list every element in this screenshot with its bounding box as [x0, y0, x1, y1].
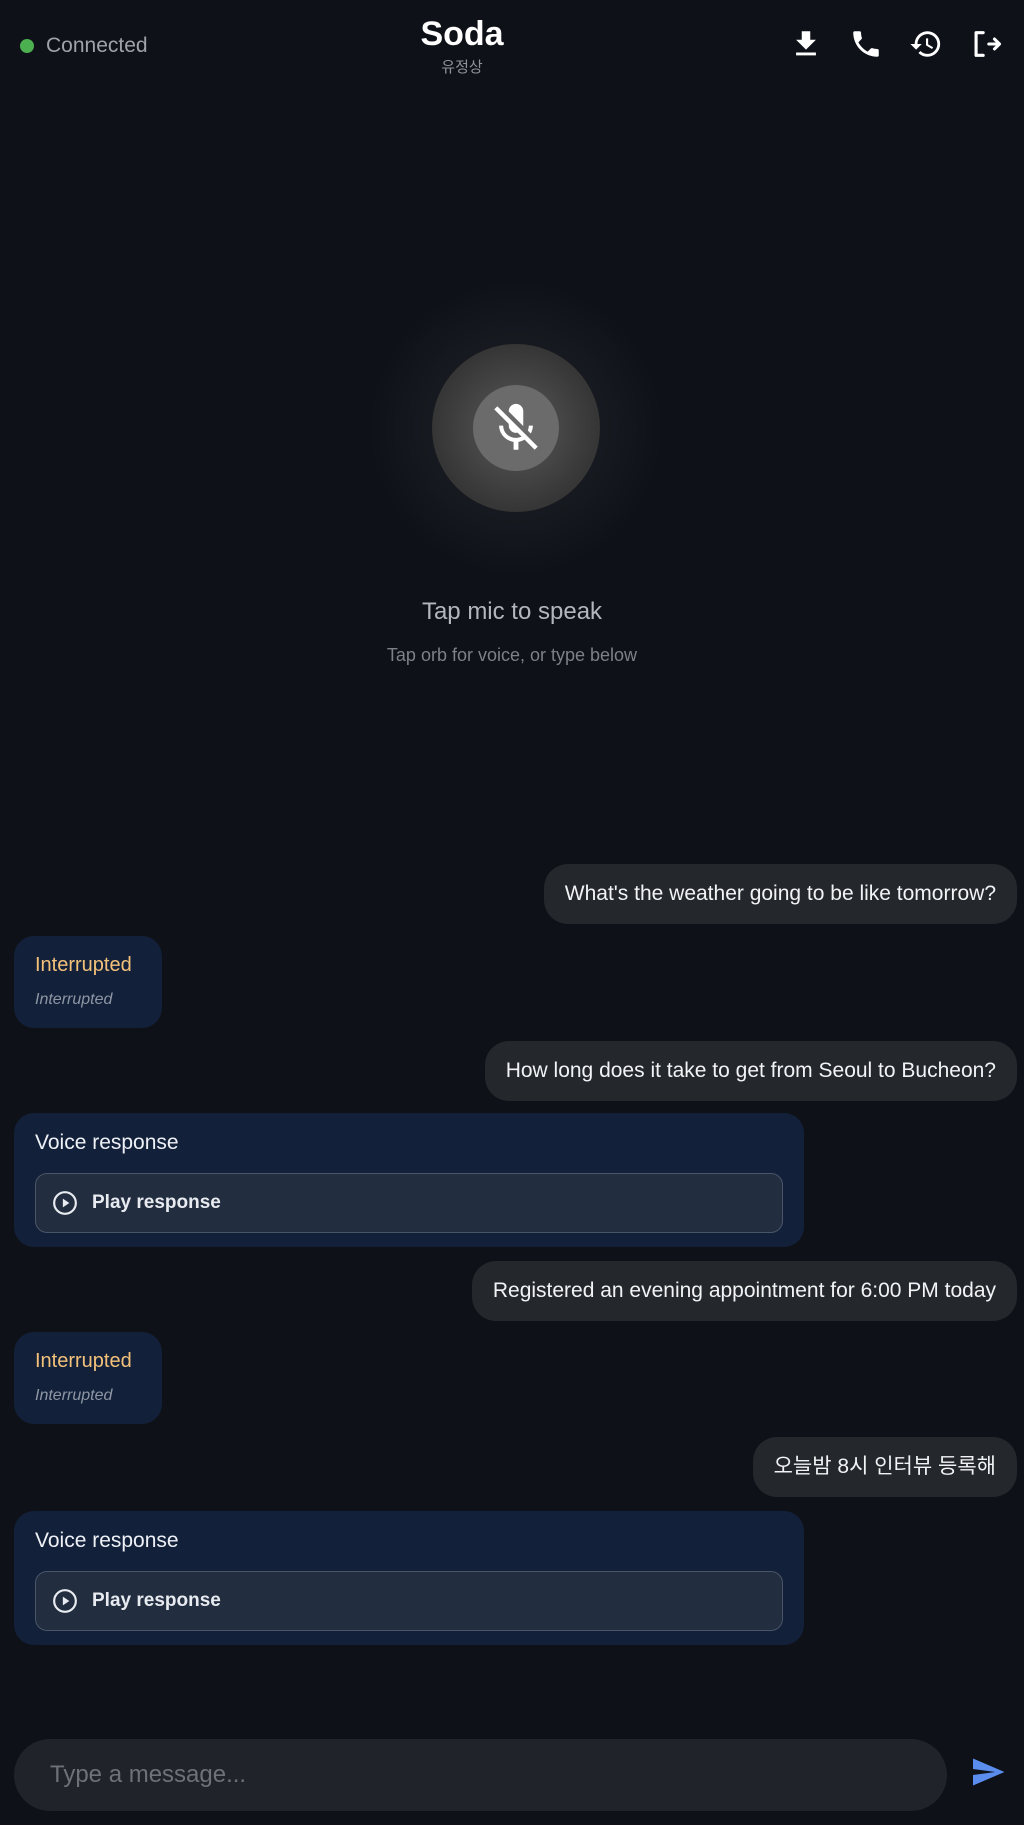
history-icon [910, 31, 941, 57]
interrupted-title: Interrupted [35, 954, 132, 976]
orb-hint: Tap orb for voice, or type below [386, 645, 638, 665]
assistant-voice-message: Voice response Play response [14, 1113, 804, 1247]
orb-label: Tap mic to speak [421, 598, 603, 625]
play-response-button[interactable]: Play response [35, 1571, 783, 1631]
user-name: 유정상 [441, 59, 483, 76]
play-label: Play response [92, 1192, 221, 1213]
connection-status: Connected [20, 34, 148, 58]
play-label: Play response [92, 1590, 221, 1611]
play-circle-icon [53, 1589, 77, 1613]
voice-title: Voice response [35, 1131, 179, 1154]
user-message: Registered an evening appointment for 6:… [471, 1261, 1017, 1321]
play-response-button[interactable]: Play response [35, 1173, 783, 1233]
phone-icon [853, 31, 879, 57]
history-button[interactable] [908, 26, 944, 62]
chat-app: Connected Soda 유정상 Tap mic to speak Tap … [0, 0, 1024, 1825]
send-button[interactable] [970, 1754, 1010, 1794]
logout-icon [974, 31, 1002, 57]
call-button[interactable] [848, 26, 884, 62]
assistant-interrupted-message: Interrupted Interrupted [14, 1332, 162, 1424]
voice-title: Voice response [35, 1529, 179, 1552]
send-icon [973, 1758, 1005, 1786]
download-button[interactable] [788, 26, 824, 62]
app-title: Soda [420, 15, 504, 53]
mic-off-icon [494, 403, 538, 450]
voice-orb-button[interactable] [432, 344, 600, 512]
status-text: Connected [46, 34, 148, 57]
logout-button[interactable] [968, 26, 1004, 62]
title-block: Soda 유정상 [362, 14, 562, 77]
interrupted-note: Interrupted [35, 991, 113, 1008]
user-message: 오늘밤 8시 인터뷰 등록해 [752, 1437, 1017, 1497]
user-message: What's the weather going to be like tomo… [543, 864, 1017, 924]
orb-inner [473, 385, 559, 471]
interrupted-title: Interrupted [35, 1350, 132, 1372]
assistant-interrupted-message: Interrupted Interrupted [14, 936, 162, 1028]
interrupted-note: Interrupted [35, 1387, 113, 1404]
header: Connected Soda 유정상 [0, 0, 1024, 95]
header-actions [788, 26, 1004, 62]
assistant-voice-message: Voice response Play response [14, 1511, 804, 1645]
status-dot [20, 39, 34, 53]
play-circle-icon [53, 1191, 77, 1215]
message-input[interactable] [50, 1761, 947, 1789]
message-input-container [14, 1739, 947, 1811]
user-message: How long does it take to get from Seoul … [484, 1041, 1017, 1101]
download-icon [796, 31, 816, 56]
